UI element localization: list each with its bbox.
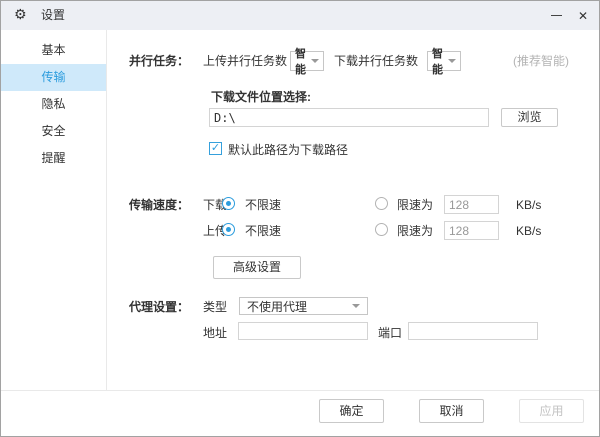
sidebar-separator: [106, 30, 107, 390]
sidebar-item-reminder[interactable]: 提醒: [1, 145, 106, 172]
footer-separator: [1, 390, 600, 391]
gear-icon: ⚙: [14, 6, 27, 23]
close-icon: ✕: [578, 9, 588, 23]
advanced-settings-button[interactable]: 高级设置: [213, 256, 301, 279]
proxy-address-input[interactable]: [238, 322, 368, 340]
speed-download-unlimited-radio[interactable]: [222, 197, 235, 210]
download-parallel-dropdown[interactable]: 智能: [427, 51, 461, 71]
speed-upload-unlimited-label: 不限速: [245, 224, 281, 239]
speed-download-limit-label: 限速为: [397, 198, 433, 213]
cancel-button[interactable]: 取消: [419, 399, 484, 423]
minimize-icon: [551, 15, 562, 16]
speed-upload-limit-radio[interactable]: [375, 223, 388, 236]
proxy-port-input[interactable]: [408, 322, 538, 340]
download-parallel-value: 智能: [432, 45, 448, 77]
upload-parallel-value: 智能: [295, 45, 311, 77]
download-path-input[interactable]: [209, 108, 489, 127]
parallel-section-label: 并行任务：: [129, 54, 189, 69]
ok-button[interactable]: 确定: [319, 399, 384, 423]
sidebar-item-basic[interactable]: 基本: [1, 37, 106, 64]
close-button[interactable]: ✕: [569, 1, 597, 30]
download-location-label: 下载文件位置选择:: [211, 90, 311, 105]
proxy-address-label: 地址: [203, 326, 227, 341]
sidebar-item-transfer[interactable]: 传输: [1, 64, 106, 91]
checkmark-icon: ✓: [211, 142, 220, 154]
speed-download-unlimited-label: 不限速: [245, 198, 281, 213]
download-parallel-label: 下载并行任务数: [334, 54, 418, 69]
apply-button: 应用: [519, 399, 584, 423]
minimize-button[interactable]: [541, 1, 571, 30]
speed-upload-unit: KB/s: [516, 224, 541, 239]
sidebar-item-security[interactable]: 安全: [1, 118, 106, 145]
speed-download-limit-input[interactable]: [444, 195, 499, 214]
parallel-hint: (推荐智能): [513, 54, 569, 69]
proxy-section-label: 代理设置：: [129, 300, 189, 315]
chevron-down-icon: [352, 304, 360, 308]
speed-download-limit-radio[interactable]: [375, 197, 388, 210]
speed-download-unit: KB/s: [516, 198, 541, 213]
chevron-down-icon: [311, 59, 319, 63]
proxy-type-label: 类型: [203, 300, 227, 315]
proxy-type-dropdown[interactable]: 不使用代理: [239, 297, 368, 315]
speed-upload-unlimited-radio[interactable]: [222, 223, 235, 236]
sidebar-item-privacy[interactable]: 隐私: [1, 91, 106, 118]
default-path-checkbox[interactable]: ✓: [209, 142, 222, 155]
default-path-label: 默认此路径为下载路径: [228, 143, 348, 158]
upload-parallel-label: 上传并行任务数: [203, 54, 287, 69]
settings-window: ⚙ 设置 ✕ 基本 传输 隐私 安全 提醒 并行任务： 上传并行任务数 智能 下…: [0, 0, 600, 437]
upload-parallel-dropdown[interactable]: 智能: [290, 51, 324, 71]
window-title: 设置: [41, 1, 65, 30]
sidebar: 基本 传输 隐私 安全 提醒: [1, 37, 106, 172]
chevron-down-icon: [448, 59, 456, 63]
speed-upload-limit-input[interactable]: [444, 221, 499, 240]
browse-button[interactable]: 浏览: [501, 108, 558, 127]
proxy-port-label: 端口: [378, 326, 402, 341]
speed-upload-limit-label: 限速为: [397, 224, 433, 239]
speed-section-label: 传输速度：: [129, 198, 189, 213]
proxy-type-value: 不使用代理: [247, 298, 307, 315]
titlebar: ⚙ 设置 ✕: [1, 1, 599, 30]
